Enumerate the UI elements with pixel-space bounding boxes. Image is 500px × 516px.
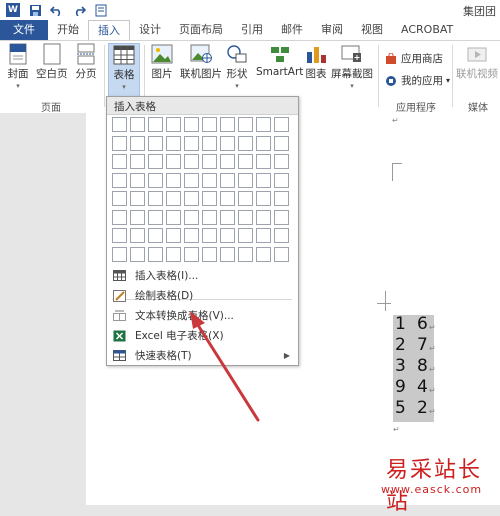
word-window: W 集团团 文件 开始 插入 设计 页面布局 引用 邮件 审阅 视图 ACROB… <box>0 0 500 515</box>
watermark-url: www.easck.com <box>381 483 483 496</box>
annotation-arrow-icon <box>190 311 260 422</box>
